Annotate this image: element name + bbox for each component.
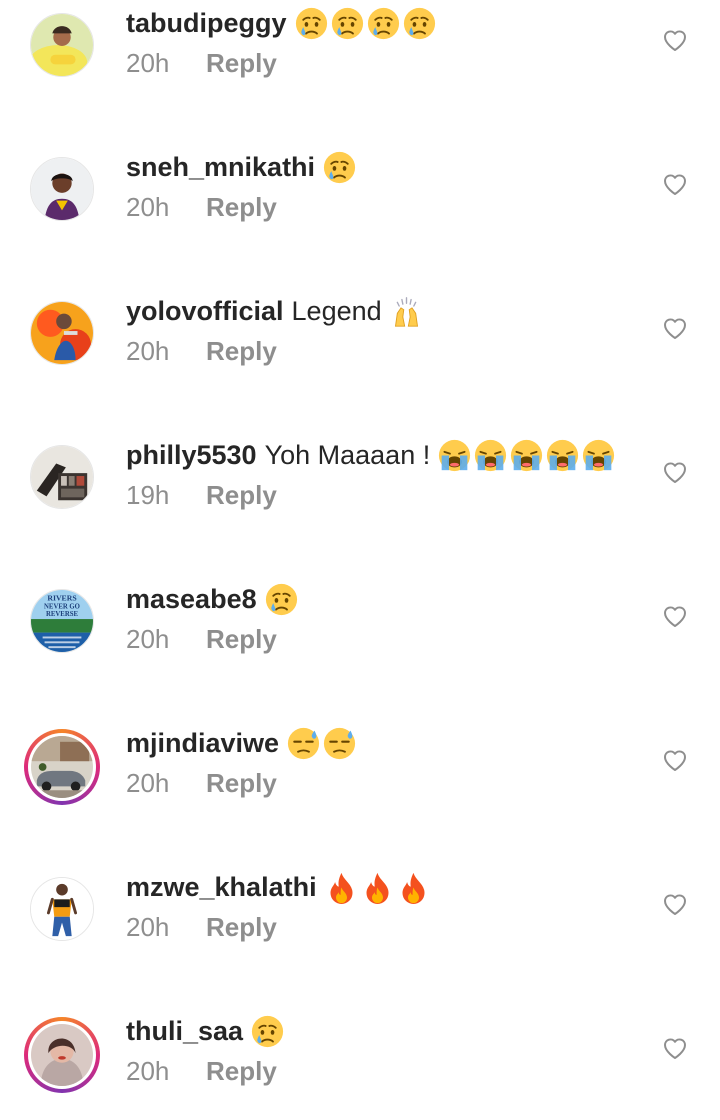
sad-tear-emoji-icon xyxy=(331,7,364,40)
reply-button[interactable]: Reply xyxy=(206,478,277,512)
reply-button[interactable]: Reply xyxy=(206,46,277,80)
comment-username[interactable]: maseabe8 xyxy=(126,579,257,619)
avatar-sign-line: RIVERS xyxy=(47,594,76,603)
downcast-sweat-emoji-icon xyxy=(287,727,320,760)
comment-username[interactable]: mjindiaviwe xyxy=(126,723,279,763)
comment-username[interactable]: sneh_mnikathi xyxy=(126,147,315,187)
loud-cry-emoji-icon xyxy=(474,439,507,472)
comment-time: 20h xyxy=(126,192,170,222)
avatar[interactable] xyxy=(30,13,94,77)
comment-emojis xyxy=(287,727,356,760)
loud-cry-emoji-icon xyxy=(510,439,543,472)
like-heart-icon[interactable] xyxy=(662,604,688,628)
comment-emojis xyxy=(295,7,436,40)
avatar[interactable] xyxy=(30,877,94,941)
fire-emoji-icon xyxy=(361,871,394,904)
loud-cry-emoji-icon xyxy=(546,439,579,472)
sad-tear-emoji-icon xyxy=(323,151,356,184)
comment-emojis xyxy=(265,583,298,616)
comment-row: mzwe_khalathi 20h Reply xyxy=(0,867,720,1011)
comment-username[interactable]: philly5530 xyxy=(126,435,257,475)
comment-time: 20h xyxy=(126,624,170,654)
reply-button[interactable]: Reply xyxy=(206,190,277,224)
comment-username[interactable]: thuli_saa xyxy=(126,1011,243,1051)
sad-tear-emoji-icon xyxy=(265,583,298,616)
avatar[interactable] xyxy=(30,445,94,509)
comment-row: mjindiaviwe 20h Reply xyxy=(0,723,720,867)
comment-text: Yoh Maaaan ! xyxy=(264,440,431,470)
comment-emojis xyxy=(325,871,430,904)
like-heart-icon[interactable] xyxy=(662,316,688,340)
reply-button[interactable]: Reply xyxy=(206,1054,277,1088)
comment-emojis xyxy=(438,439,615,472)
like-heart-icon[interactable] xyxy=(662,172,688,196)
comment-username[interactable]: yolovofficial xyxy=(126,291,284,331)
sad-tear-emoji-icon xyxy=(403,7,436,40)
comment-row: RIVERS NEVER GO REVERSE maseabe8 20h Reply xyxy=(0,579,720,723)
comment-username[interactable]: tabudipeggy xyxy=(126,3,287,43)
comment-time: 20h xyxy=(126,768,170,798)
sad-tear-emoji-icon xyxy=(295,7,328,40)
avatar[interactable] xyxy=(30,157,94,221)
comment-row: philly5530 Yoh Maaaan ! 19h Reply xyxy=(0,435,720,579)
reply-button[interactable]: Reply xyxy=(206,766,277,800)
fire-emoji-icon xyxy=(397,871,430,904)
avatar-sign-line: REVERSE xyxy=(46,611,78,618)
comment-row: tabudipeggy 20h Reply xyxy=(0,3,720,147)
comment-username[interactable]: mzwe_khalathi xyxy=(126,867,317,907)
avatar[interactable] xyxy=(24,729,100,805)
raised-hands-emoji-icon xyxy=(390,295,423,328)
comment-time: 20h xyxy=(126,336,170,366)
comment-row: sneh_mnikathi 20h Reply xyxy=(0,147,720,291)
loud-cry-emoji-icon xyxy=(582,439,615,472)
reply-button[interactable]: Reply xyxy=(206,622,277,656)
loud-cry-emoji-icon xyxy=(438,439,471,472)
avatar[interactable] xyxy=(30,301,94,365)
comment-row: thuli_saa 20h Reply xyxy=(0,1011,720,1120)
comment-time: 19h xyxy=(126,480,170,510)
comment-emojis xyxy=(251,1015,284,1048)
like-heart-icon[interactable] xyxy=(662,28,688,52)
fire-emoji-icon xyxy=(325,871,358,904)
comment-time: 20h xyxy=(126,1056,170,1086)
like-heart-icon[interactable] xyxy=(662,1036,688,1060)
comment-text: Legend xyxy=(291,296,382,326)
comment-emojis xyxy=(323,151,356,184)
comment-time: 20h xyxy=(126,912,170,942)
reply-button[interactable]: Reply xyxy=(206,334,277,368)
comment-emojis xyxy=(390,295,423,328)
comment-time: 20h xyxy=(126,48,170,78)
avatar[interactable] xyxy=(24,1017,100,1093)
like-heart-icon[interactable] xyxy=(662,748,688,772)
like-heart-icon[interactable] xyxy=(662,892,688,916)
comments-list: tabudipeggy 20h Reply sneh_mnikathi 20h Reply… xyxy=(0,0,720,1120)
downcast-sweat-emoji-icon xyxy=(323,727,356,760)
avatar-sign-line: NEVER GO xyxy=(44,603,80,610)
avatar[interactable]: RIVERS NEVER GO REVERSE xyxy=(30,589,94,653)
like-heart-icon[interactable] xyxy=(662,460,688,484)
reply-button[interactable]: Reply xyxy=(206,910,277,944)
sad-tear-emoji-icon xyxy=(367,7,400,40)
sad-tear-emoji-icon xyxy=(251,1015,284,1048)
comment-row: yolovofficial Legend 20h Reply xyxy=(0,291,720,435)
